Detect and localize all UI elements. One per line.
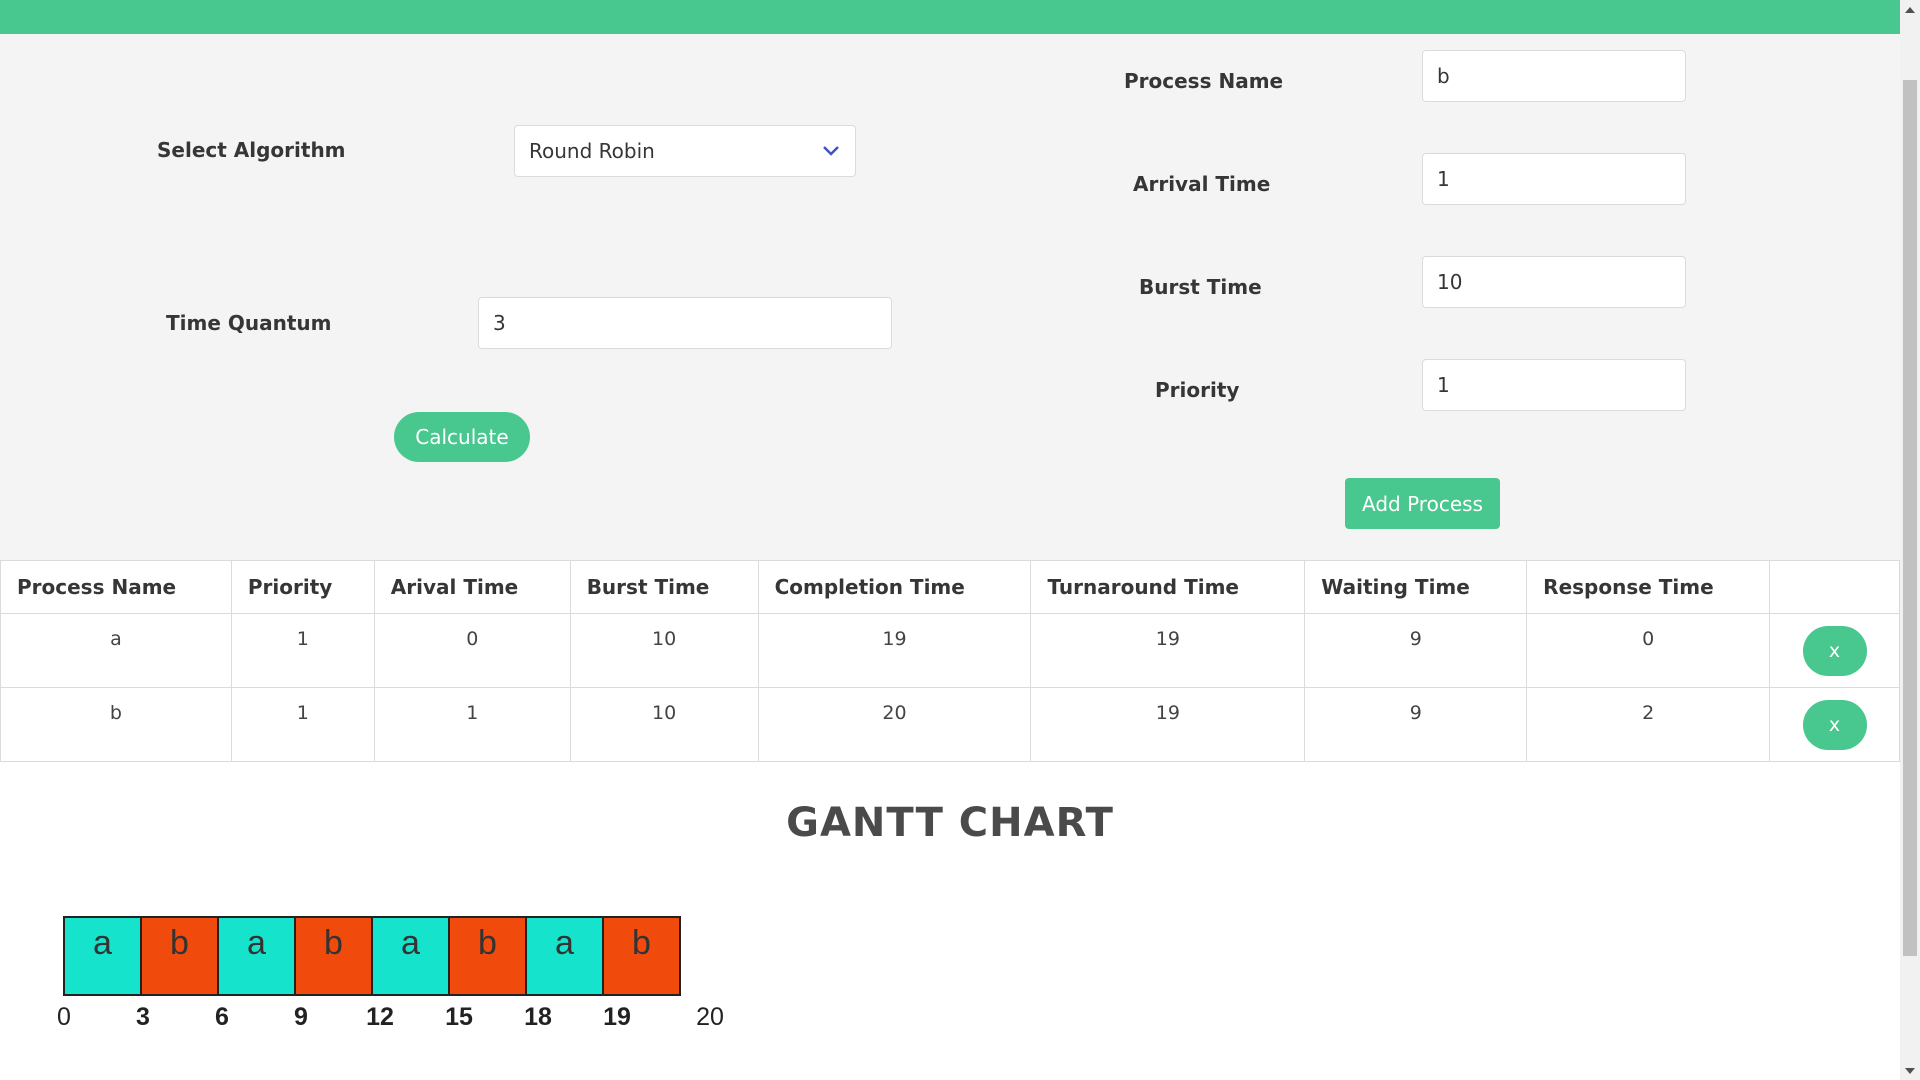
algorithm-select-value: Round Robin xyxy=(529,139,655,163)
column-header-actions xyxy=(1769,560,1900,614)
gantt-tick-label: 12 xyxy=(366,1003,394,1031)
column-header: Arival Time xyxy=(373,560,571,614)
gantt-block-a: a xyxy=(65,918,142,994)
gantt-time-axis: 0 3 6 9 12 15 18 19 20 xyxy=(0,1003,800,1033)
gantt-tick-label: 3 xyxy=(136,1003,150,1031)
table-cell: 10 xyxy=(569,613,759,688)
gantt-tick-label: 15 xyxy=(445,1003,473,1031)
top-bar xyxy=(0,0,1900,34)
algorithm-label: Select Algorithm xyxy=(157,138,346,162)
priority-label: Priority xyxy=(1155,378,1240,402)
table-cell-actions: x xyxy=(1769,687,1900,762)
table-cell: 10 xyxy=(569,687,759,762)
column-header: Turnaround Time xyxy=(1030,560,1306,614)
gantt-block-b: b xyxy=(296,918,373,994)
delete-process-button[interactable]: x xyxy=(1802,699,1867,750)
table-cell: 19 xyxy=(757,613,1032,688)
table-cell-actions: x xyxy=(1769,613,1900,688)
gantt-tick-label: 20 xyxy=(696,1003,724,1031)
gantt-tick-label: 0 xyxy=(57,1003,71,1031)
gantt-block-a: a xyxy=(527,918,604,994)
burst-time-input[interactable]: 10 xyxy=(1422,256,1686,308)
gantt-block-a: a xyxy=(219,918,296,994)
table-cell: 20 xyxy=(757,687,1032,762)
column-header: Response Time xyxy=(1526,560,1771,614)
arrival-time-label: Arrival Time xyxy=(1133,172,1271,196)
table-cell: 0 xyxy=(373,613,571,688)
time-quantum-label: Time Quantum xyxy=(166,311,332,335)
vertical-scrollbar[interactable] xyxy=(1900,0,1920,1080)
table-cell: 2 xyxy=(1526,687,1771,762)
gantt-chart-title: GANTT CHART xyxy=(786,800,1114,846)
gantt-block-a: a xyxy=(373,918,450,994)
gantt-block-b: b xyxy=(450,918,527,994)
column-header: Priority xyxy=(230,560,375,614)
process-table: Process Name Priority Arival Time Burst … xyxy=(0,560,1900,762)
table-cell: b xyxy=(0,687,232,762)
gantt-bar: abababab xyxy=(63,916,681,996)
table-cell: 19 xyxy=(1030,613,1306,688)
column-header: Process Name xyxy=(0,560,232,614)
algorithm-select[interactable]: Round Robin xyxy=(514,125,856,177)
table-row: b 1 1 10 20 19 9 2 x xyxy=(0,687,1900,762)
table-cell: 9 xyxy=(1304,687,1528,762)
delete-process-button[interactable]: x xyxy=(1802,625,1867,676)
column-header: Completion Time xyxy=(757,560,1032,614)
gantt-tick-label: 6 xyxy=(215,1003,229,1031)
gantt-tick-label: 18 xyxy=(524,1003,552,1031)
gantt-tick-label: 9 xyxy=(294,1003,308,1031)
add-process-button[interactable]: Add Process xyxy=(1345,478,1500,529)
table-header-row: Process Name Priority Arival Time Burst … xyxy=(0,560,1900,614)
gantt-block-b: b xyxy=(142,918,219,994)
process-name-input[interactable]: b xyxy=(1422,50,1686,102)
table-cell: 1 xyxy=(230,687,375,762)
table-cell: 1 xyxy=(373,687,571,762)
time-quantum-input[interactable]: 3 xyxy=(478,297,892,349)
calculate-button[interactable]: Calculate xyxy=(394,412,530,462)
burst-time-label: Burst Time xyxy=(1139,275,1262,299)
column-header: Burst Time xyxy=(569,560,759,614)
table-cell: 1 xyxy=(230,613,375,688)
process-name-label: Process Name xyxy=(1124,69,1284,93)
scroll-down-icon[interactable] xyxy=(1900,1062,1920,1080)
table-cell: a xyxy=(0,613,232,688)
table-cell: 9 xyxy=(1304,613,1528,688)
scroll-up-icon[interactable] xyxy=(1900,0,1920,18)
gantt-block-b: b xyxy=(604,918,681,994)
table-row: a 1 0 10 19 19 9 0 x xyxy=(0,613,1900,688)
table-cell: 0 xyxy=(1526,613,1771,688)
scheduler-form: Select Algorithm Round Robin Time Quantu… xyxy=(0,34,1900,560)
chevron-down-icon xyxy=(821,141,841,161)
column-header: Waiting Time xyxy=(1304,560,1528,614)
scrollbar-thumb[interactable] xyxy=(1903,80,1917,956)
arrival-time-input[interactable]: 1 xyxy=(1422,153,1686,205)
priority-input[interactable]: 1 xyxy=(1422,359,1686,411)
table-cell: 19 xyxy=(1030,687,1306,762)
gantt-tick-label: 19 xyxy=(603,1003,631,1031)
